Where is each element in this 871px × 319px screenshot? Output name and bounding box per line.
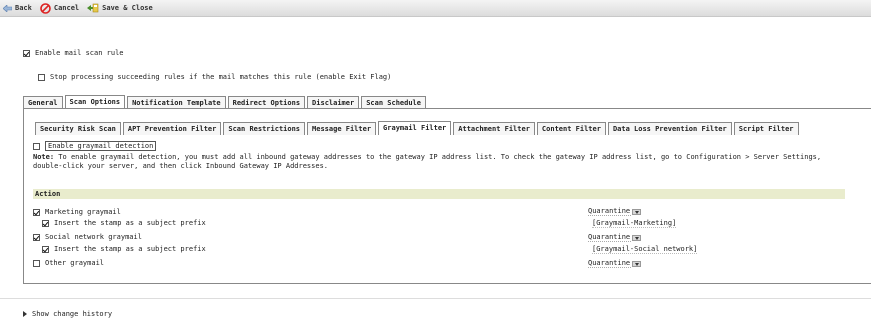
marketing-stamp-checkbox[interactable]	[42, 219, 49, 227]
enable-rule-row: Enable mail scan rule	[23, 49, 124, 57]
action-header: Action	[33, 189, 845, 199]
enable-rule-checkbox[interactable]	[23, 49, 30, 57]
show-change-history-toggle[interactable]: Show change history	[23, 310, 112, 318]
tab-data-loss-prevention-filter[interactable]: Data Loss Prevention Filter	[607, 122, 732, 135]
toolbar: Back Cancel Save & Close	[0, 0, 871, 17]
marketing-graymail-label: Marketing graymail	[45, 208, 121, 216]
tab-content-filter[interactable]: Content Filter	[536, 122, 606, 135]
tab-scan-restrictions[interactable]: Scan Restrictions	[223, 122, 306, 135]
stop-processing-label: Stop processing succeeding rules if the …	[50, 73, 392, 81]
marketing-action-value: Quarantine	[588, 207, 632, 216]
enable-rule-label: Enable mail scan rule	[35, 49, 124, 57]
back-button[interactable]: Back	[3, 4, 32, 12]
back-label: Back	[15, 4, 32, 12]
save-close-icon	[87, 3, 99, 12]
social-graymail-checkbox[interactable]	[33, 233, 40, 241]
social-stamp-checkbox[interactable]	[42, 245, 49, 253]
enable-graymail-label: Enable graymail detection	[45, 141, 157, 151]
tab-message-filter[interactable]: Message Filter	[307, 122, 377, 135]
social-stamp-input[interactable]: [Graymail-Social network]	[592, 245, 698, 254]
tab-apt-prevention-filter[interactable]: APT Prevention Filter	[122, 122, 222, 135]
note-line-2: double-click your server, and then click…	[33, 162, 329, 170]
cancel-label: Cancel	[53, 4, 80, 12]
show-change-history-label: Show change history	[32, 310, 113, 318]
social-graymail-label: Social network graymail	[45, 233, 142, 241]
marketing-stamp-input[interactable]: [Graymail-Marketing]	[592, 219, 677, 228]
stop-processing-row: Stop processing succeeding rules if the …	[38, 73, 391, 81]
other-action-value: Quarantine	[588, 259, 632, 268]
marketing-graymail-checkbox[interactable]	[33, 208, 40, 216]
social-graymail-row: Social network graymail	[33, 233, 142, 241]
main-tab-bar: General Scan Options Notification Templa…	[23, 95, 428, 109]
sub-tab-bar: Security Risk Scan APT Prevention Filter…	[35, 121, 801, 135]
tab-attachment-filter[interactable]: Attachment Filter	[453, 122, 535, 135]
save-close-label: Save & Close	[102, 4, 153, 12]
social-action-select[interactable]: Quarantine	[588, 233, 642, 242]
marketing-action-select[interactable]: Quarantine	[588, 207, 642, 216]
tab-security-risk-scan[interactable]: Security Risk Scan	[35, 122, 121, 135]
other-action-select[interactable]: Quarantine	[588, 259, 642, 268]
marketing-stamp-label: Insert the stamp as a subject prefix	[54, 219, 206, 227]
back-arrow-icon	[3, 4, 12, 12]
divider	[0, 298, 871, 299]
social-action-value: Quarantine	[588, 233, 632, 242]
save-close-button[interactable]: Save & Close	[87, 3, 153, 14]
other-graymail-row: Other graymail	[33, 259, 104, 267]
note-line-1: To enable graymail detection, you must a…	[58, 153, 822, 161]
other-graymail-label: Other graymail	[45, 259, 105, 267]
expand-triangle-icon	[23, 311, 27, 317]
stop-processing-checkbox[interactable]	[38, 73, 45, 81]
chevron-down-icon	[632, 260, 642, 267]
marketing-graymail-row: Marketing graymail	[33, 208, 121, 216]
tab-graymail-filter[interactable]: Graymail Filter	[378, 121, 452, 135]
cancel-icon	[40, 2, 51, 14]
marketing-stamp-row: Insert the stamp as a subject prefix	[42, 219, 206, 227]
tab-scan-options[interactable]: Scan Options	[64, 95, 126, 109]
chevron-down-icon	[632, 208, 642, 215]
social-stamp-label: Insert the stamp as a subject prefix	[54, 245, 206, 253]
enable-graymail-row: Enable graymail detection	[33, 141, 157, 151]
graymail-note: Note: To enable graymail detection, you …	[33, 153, 863, 171]
social-stamp-row: Insert the stamp as a subject prefix	[42, 245, 206, 253]
note-label: Note:	[33, 153, 55, 161]
other-graymail-checkbox[interactable]	[33, 259, 40, 267]
cancel-button[interactable]: Cancel	[40, 2, 80, 14]
tab-script-filter[interactable]: Script Filter	[733, 122, 799, 135]
enable-graymail-checkbox[interactable]	[33, 142, 40, 150]
chevron-down-icon	[632, 234, 642, 241]
